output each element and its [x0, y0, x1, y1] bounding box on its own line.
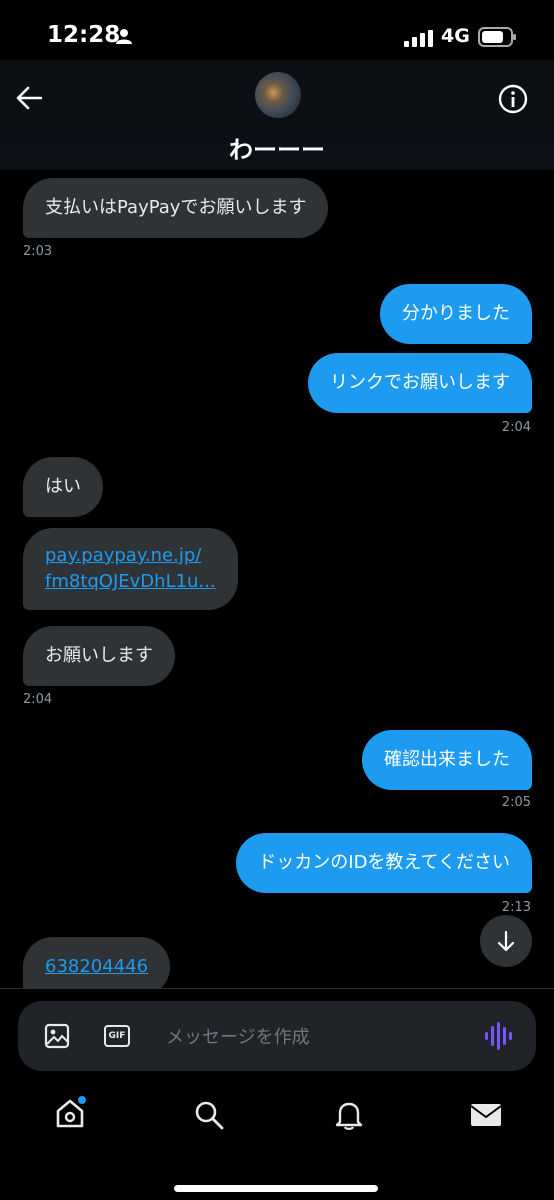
message-bubble-link[interactable]: 638204446: [23, 937, 171, 988]
home-indicator: [174, 1185, 378, 1192]
message-time: 2:04: [501, 420, 531, 435]
message-bubble-link[interactable]: pay.paypay.ne.jp/ fm8tqOJEvDhL1u...: [23, 528, 238, 610]
info-icon[interactable]: [498, 84, 528, 114]
message-input[interactable]: [164, 1021, 468, 1053]
voice-icon[interactable]: [484, 1021, 514, 1051]
message-bubble[interactable]: 確認出来ました: [362, 730, 532, 790]
signal-icon: [404, 30, 433, 47]
composer: GIF: [18, 1001, 536, 1071]
status-time: 12:28: [47, 22, 121, 48]
back-icon[interactable]: [16, 86, 42, 110]
battery-icon: [478, 27, 516, 47]
message-link-line[interactable]: pay.paypay.ne.jp/: [45, 543, 216, 569]
scroll-to-bottom-button[interactable]: [480, 915, 532, 967]
chat-name[interactable]: わーーー: [0, 130, 554, 165]
gif-label: GIF: [108, 1031, 126, 1041]
home-icon[interactable]: [54, 1096, 90, 1132]
tab-bar: [0, 1074, 554, 1200]
message-bubble[interactable]: 分かりました: [380, 284, 532, 344]
message-time: 2:04: [23, 692, 53, 707]
mail-icon[interactable]: [470, 1100, 502, 1130]
person-icon: [116, 29, 132, 44]
media-icon[interactable]: [44, 1023, 70, 1049]
message-bubble[interactable]: 支払いはPayPayでお願いします: [23, 178, 329, 238]
message-time: 2:03: [23, 244, 53, 259]
chat-header: わーーー: [0, 60, 554, 170]
message-time: 2:05: [501, 795, 531, 810]
message-link-line[interactable]: fm8tqOJEvDhL1u...: [45, 569, 216, 595]
bell-icon[interactable]: [334, 1100, 364, 1130]
message-bubble[interactable]: お願いします: [23, 626, 175, 686]
message-bubble[interactable]: ドッカンのIDを教えてください: [236, 833, 532, 893]
gif-icon[interactable]: GIF: [104, 1025, 130, 1047]
message-link[interactable]: 638204446: [45, 956, 148, 977]
composer-bar: GIF: [0, 988, 554, 1075]
message-bubble[interactable]: はい: [23, 457, 103, 517]
search-icon[interactable]: [194, 1100, 224, 1130]
message-bubble[interactable]: リンクでお願いします: [308, 353, 532, 413]
arrow-down-icon: [497, 930, 515, 952]
avatar[interactable]: [255, 72, 301, 118]
message-list[interactable]: 支払いはPayPayでお願いします 2:03 分かりました リンクでお願いします…: [0, 170, 554, 988]
network-label: 4G: [441, 25, 470, 47]
message-time: 2:13: [501, 900, 531, 915]
